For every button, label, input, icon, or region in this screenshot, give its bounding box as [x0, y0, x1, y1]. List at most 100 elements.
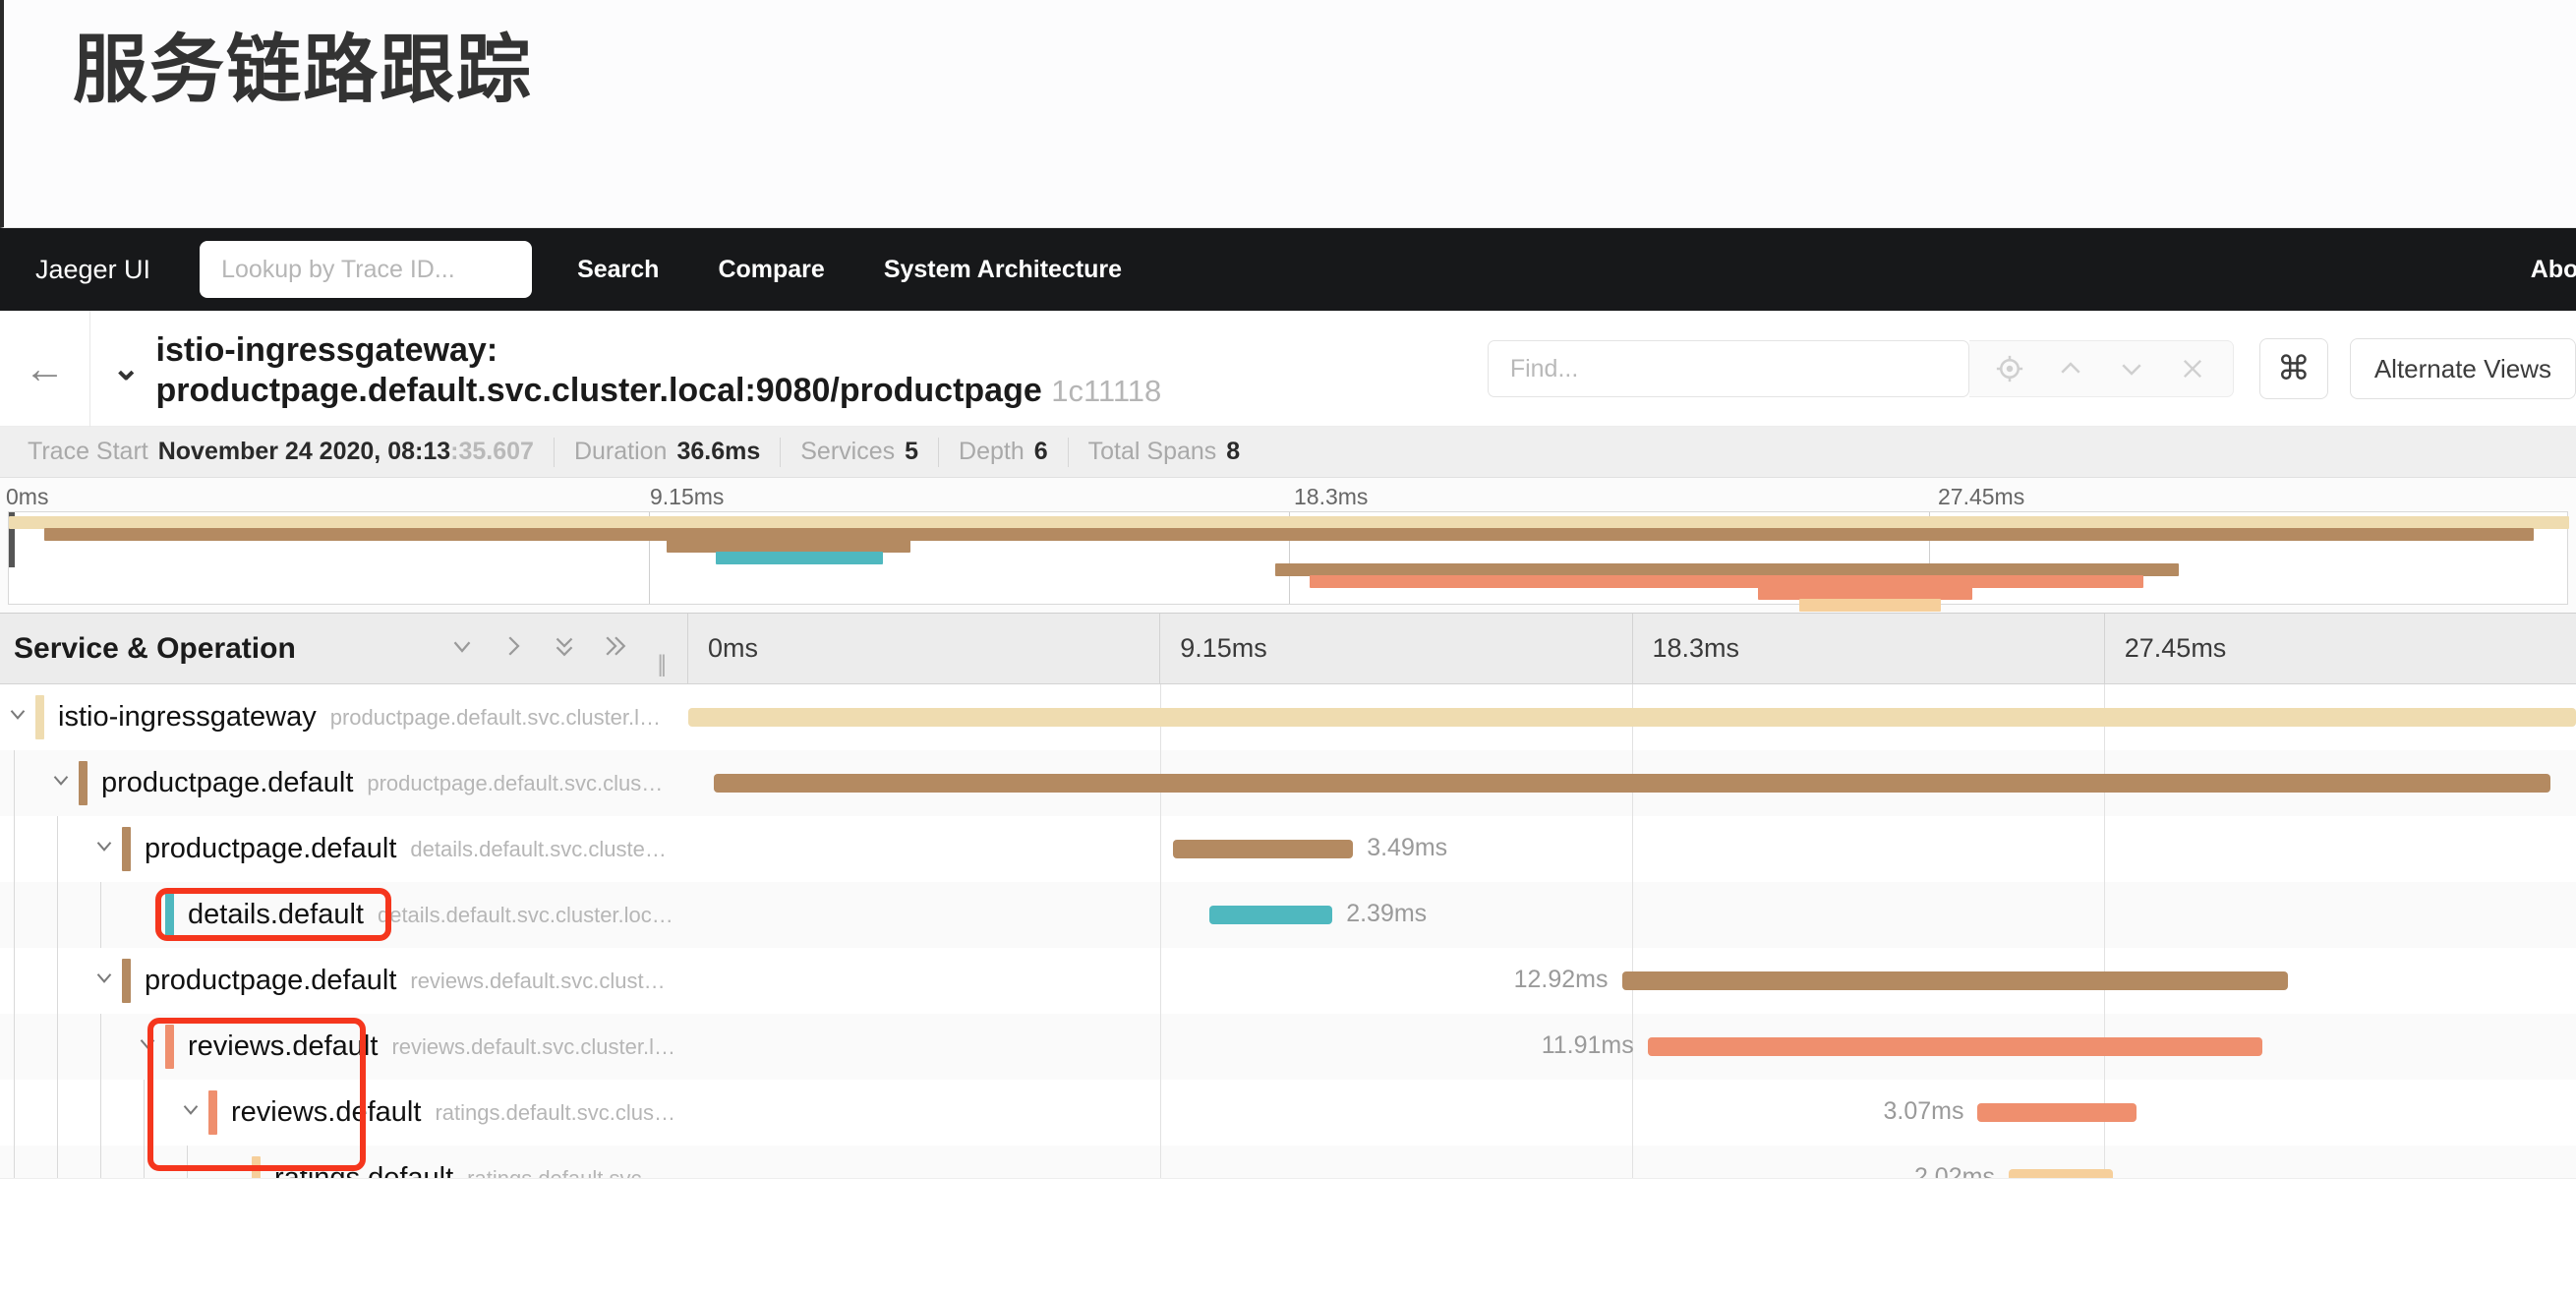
- tree-guide-line: [57, 882, 58, 948]
- tree-guide-line: [100, 1080, 101, 1146]
- timeline-gridline: [1160, 1080, 1161, 1146]
- span-bar-cell[interactable]: 12.92ms: [688, 948, 2576, 1014]
- chevron-down-icon[interactable]: [447, 631, 477, 667]
- minimap-tick: 18.3ms: [1294, 484, 1369, 509]
- timeline-gridline: [1160, 882, 1161, 948]
- summary-item: Services 5: [780, 437, 938, 467]
- nav-link-about[interactable]: About: [2531, 256, 2576, 284]
- tree-guides: [0, 684, 688, 750]
- summary-value: 6: [1033, 438, 1048, 465]
- tree-guide-line: [14, 750, 15, 816]
- table-row[interactable]: istio-ingressgateway productpage.default.…: [0, 684, 2576, 750]
- summary-label: Total Spans: [1087, 438, 1217, 465]
- minimap-canvas[interactable]: [8, 511, 2569, 612]
- nav-link-system-architecture[interactable]: System Architecture: [884, 256, 1122, 284]
- close-icon[interactable]: [2162, 340, 2223, 397]
- tree-guides: [0, 816, 688, 882]
- find-placeholder: Find...: [1509, 354, 1579, 382]
- minimap-tick: 9.15ms: [650, 484, 725, 509]
- span-duration-label: 12.92ms: [1513, 966, 1609, 993]
- nav-link-search[interactable]: Search: [577, 256, 659, 284]
- span-label-cell[interactable]: reviews.default ratings.default.svc.clus…: [0, 1080, 688, 1146]
- span-bar-cell[interactable]: 2.39ms: [688, 882, 2576, 948]
- timeline-gridline: [2104, 882, 2105, 948]
- double-chevron-right-icon[interactable]: [601, 631, 630, 667]
- summary-value: 36.6ms: [676, 438, 761, 465]
- minimap-tick: 0ms: [6, 484, 49, 509]
- span-bar-cell[interactable]: 3.07ms: [688, 1080, 2576, 1146]
- tree-guide-line: [14, 948, 15, 1014]
- summary-label: Trace Start: [28, 438, 148, 465]
- find-area: Find... ⌘ Alternate Views: [1487, 311, 2576, 427]
- span-duration-bar[interactable]: [1173, 840, 1354, 858]
- span-label-cell[interactable]: reviews.default reviews.default.svc.clust…: [0, 1014, 688, 1080]
- prev-match-icon[interactable]: [2040, 340, 2101, 397]
- find-tools: [1968, 340, 2234, 397]
- tree-guide-line: [14, 1080, 15, 1146]
- table-row[interactable]: reviews.default ratings.default.svc.clus……: [0, 1080, 2576, 1146]
- collapse-controls: [447, 631, 630, 667]
- trace-title-text: istio-ingressgateway: productpage.defaul…: [155, 331, 1042, 409]
- timeline-gridline: [1160, 816, 1161, 882]
- column-resize-handle[interactable]: ||: [658, 651, 668, 678]
- summary-value: 8: [1226, 438, 1241, 465]
- timeline-gridline: [2104, 816, 2105, 882]
- span-label-cell[interactable]: productpage.default productpage.default.s…: [0, 750, 688, 816]
- jaeger-navbar: Jaeger UI Lookup by Trace ID... Search C…: [0, 228, 2576, 311]
- service-operation-label: Service & Operation: [14, 631, 296, 665]
- span-bar-cell[interactable]: 11.91ms: [688, 1014, 2576, 1080]
- table-row[interactable]: productpage.default details.default.svc.c…: [0, 816, 2576, 882]
- span-duration-bar[interactable]: [1647, 1037, 2262, 1056]
- table-row[interactable]: reviews.default reviews.default.svc.clust…: [0, 1014, 2576, 1080]
- navbar-right: About: [2531, 228, 2576, 311]
- span-label-cell[interactable]: details.default details.default.svc.clust…: [0, 882, 688, 948]
- chevron-down-icon[interactable]: ⌄: [90, 349, 156, 388]
- double-chevron-down-icon[interactable]: [550, 631, 579, 667]
- span-bar-cell[interactable]: [688, 684, 2576, 750]
- timeline-gridline: [1160, 1014, 1161, 1080]
- chevron-right-icon[interactable]: [498, 631, 528, 667]
- minimap-span-bar: [1799, 599, 1942, 612]
- command-key-button[interactable]: ⌘: [2258, 338, 2328, 399]
- tree-guides: [0, 1080, 688, 1146]
- table-row[interactable]: productpage.default productpage.default.s…: [0, 750, 2576, 816]
- next-match-icon[interactable]: [2101, 340, 2162, 397]
- tree-guides: [0, 1014, 688, 1080]
- alternate-views-button[interactable]: Alternate Views: [2349, 338, 2576, 399]
- timeline-tick-label: 9.15ms: [1160, 614, 1633, 683]
- trace-summary-bar: Trace Start November 24 2020, 08:13:35.60…: [0, 427, 2576, 478]
- minimap-span-bar: [715, 552, 883, 564]
- span-bar-cell[interactable]: [688, 750, 2576, 816]
- timeline-header: Service & Operation || 0ms 9.15ms 18.3ms 27…: [0, 614, 2576, 684]
- span-duration-bar[interactable]: [714, 774, 2550, 793]
- span-label-cell[interactable]: istio-ingressgateway productpage.default.…: [0, 684, 688, 750]
- tree-guides: [0, 882, 688, 948]
- span-bar-cell[interactable]: 3.49ms: [688, 816, 2576, 882]
- back-arrow-icon[interactable]: ←: [0, 310, 90, 427]
- jaeger-brand[interactable]: Jaeger UI: [35, 255, 150, 285]
- summary-label: Duration: [573, 438, 668, 465]
- page-title: 服务链路跟踪: [73, 29, 533, 112]
- summary-item: Duration 36.6ms: [553, 437, 780, 467]
- span-label-cell[interactable]: productpage.default reviews.default.svc.c…: [0, 948, 688, 1014]
- focus-icon[interactable]: [1979, 340, 2040, 397]
- table-row[interactable]: details.default details.default.svc.clust…: [0, 882, 2576, 948]
- minimap-span-bar: [1310, 575, 2143, 588]
- timeline-gridline: [1632, 882, 1633, 948]
- span-duration-bar[interactable]: [1977, 1103, 2137, 1122]
- lookup-placeholder: Lookup by Trace ID...: [221, 255, 455, 283]
- table-row[interactable]: productpage.default reviews.default.svc.c…: [0, 948, 2576, 1014]
- trace-minimap[interactable]: 0ms 9.15ms 18.3ms 27.45ms: [0, 478, 2576, 614]
- span-label-cell[interactable]: productpage.default details.default.svc.c…: [0, 816, 688, 882]
- tree-guide-line: [57, 948, 58, 1014]
- span-duration-label: 2.39ms: [1346, 900, 1428, 927]
- span-duration-bar[interactable]: [688, 708, 2576, 727]
- tree-guide-line: [57, 816, 58, 882]
- find-input[interactable]: Find...: [1487, 340, 1969, 397]
- nav-link-compare[interactable]: Compare: [718, 256, 824, 284]
- trace-id-lookup-input[interactable]: Lookup by Trace ID...: [200, 241, 533, 298]
- timeline-gridline: [1632, 816, 1633, 882]
- span-duration-bar[interactable]: [1208, 906, 1333, 924]
- timeline-gridline: [1632, 1080, 1633, 1146]
- span-duration-bar[interactable]: [1621, 971, 2289, 990]
